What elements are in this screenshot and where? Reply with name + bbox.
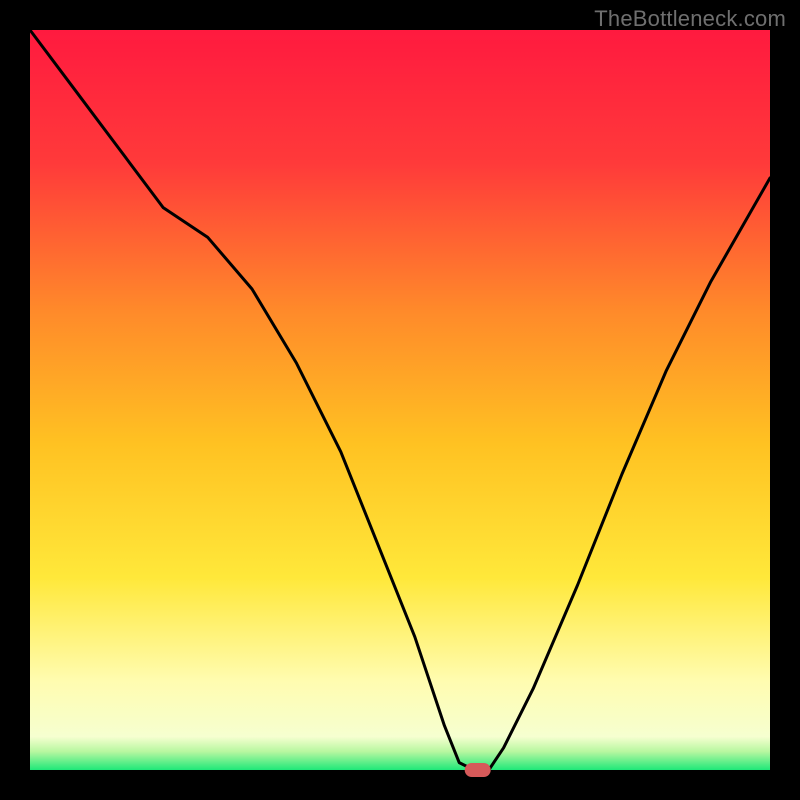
bottleneck-chart	[0, 0, 800, 800]
plot-background	[30, 30, 770, 770]
minimum-marker	[465, 763, 491, 777]
chart-frame: TheBottleneck.com	[0, 0, 800, 800]
watermark-text: TheBottleneck.com	[594, 6, 786, 32]
